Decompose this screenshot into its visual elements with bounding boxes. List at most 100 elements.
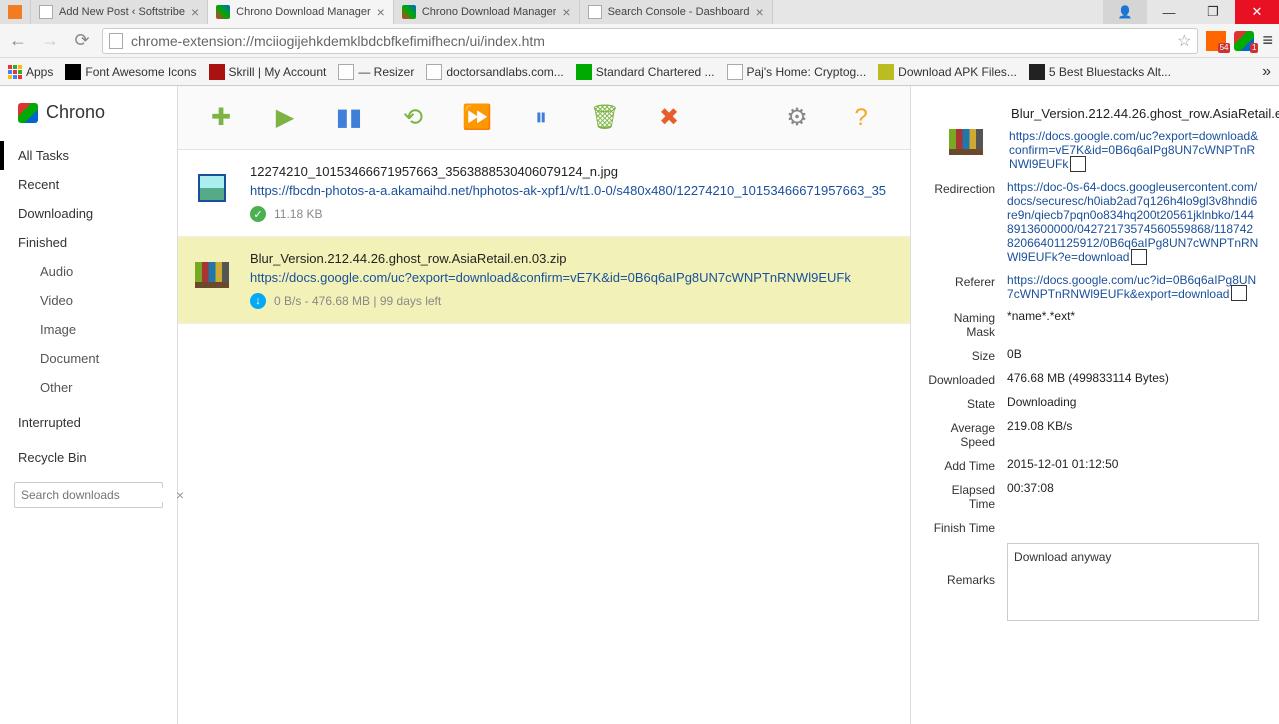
extension-icon[interactable]: 1 (1234, 31, 1254, 51)
bookmark-star-icon[interactable]: ☆ (1177, 31, 1191, 51)
maximize-button[interactable]: ❐ (1191, 0, 1235, 24)
label-add-time: Add Time (923, 457, 1007, 473)
details-finish-time (1007, 519, 1259, 535)
bookmarks-overflow[interactable]: » (1262, 63, 1271, 81)
label: Standard Chartered ... (596, 65, 715, 79)
copy-icon[interactable] (1133, 251, 1147, 265)
bookmark-item[interactable]: — Resizer (338, 64, 414, 80)
bookmark-item[interactable]: Download APK Files... (878, 64, 1017, 80)
label-finish-time: Finish Time (923, 519, 1007, 535)
nav-finished-image[interactable]: Image (0, 315, 177, 344)
browser-tab[interactable] (0, 0, 31, 24)
close-icon[interactable]: × (191, 5, 199, 19)
search-input[interactable] (21, 488, 176, 502)
copy-icon[interactable] (1072, 158, 1086, 172)
favicon (338, 64, 354, 80)
forward-button[interactable]: → (38, 29, 62, 53)
delete-button[interactable]: ✖ (654, 103, 684, 133)
page-icon (109, 33, 123, 49)
browser-tab[interactable]: Add New Post ‹ Softstribe× (31, 0, 208, 24)
bookmark-item[interactable]: Standard Chartered ... (576, 64, 715, 80)
label-redirection: Redirection (923, 180, 1007, 265)
tab-label: Chrono Download Manager (422, 6, 557, 18)
download-url[interactable]: https://docs.google.com/uc?export=downlo… (250, 270, 886, 285)
bookmark-item[interactable]: Skrill | My Account (209, 64, 327, 80)
pause-button[interactable]: ▮▮ (334, 103, 364, 133)
hamburger-menu-icon[interactable]: ≡ (1262, 30, 1273, 51)
favicon (216, 5, 230, 19)
close-icon[interactable]: × (377, 5, 385, 19)
app-logo: Chrono (0, 96, 177, 141)
image-icon (198, 174, 226, 202)
remarks-textarea[interactable] (1007, 543, 1259, 621)
extension-icons: 54 1 ≡ (1206, 30, 1273, 51)
reload-button[interactable]: ⟳ (70, 29, 94, 53)
browser-tab[interactable]: Chrono Download Manager × (208, 0, 394, 24)
favicon (727, 64, 743, 80)
nav-finished-document[interactable]: Document (0, 344, 177, 373)
search-downloads[interactable]: × (14, 482, 163, 508)
user-button[interactable]: 👤 (1103, 0, 1147, 24)
details-panel: › Blur_Version.212.44.26.ghost_row.AsiaR… (910, 86, 1279, 724)
start-button[interactable]: ▶ (270, 103, 300, 133)
browser-tab[interactable]: Search Console - Dashboard× (580, 0, 773, 24)
main-toolbar: ✚ ▶ ▮▮ ⟲ ⏩ ⏸ 🗑 ✖ ⚙ ? (178, 86, 910, 150)
tab-label: Chrono Download Manager (236, 6, 371, 18)
close-button[interactable]: ✕ (1235, 0, 1279, 24)
apps-button[interactable]: Apps (8, 65, 53, 79)
back-button[interactable]: ← (6, 29, 30, 53)
omnibox[interactable]: chrome-extension://mciiogijehkdemklbdcbf… (102, 28, 1198, 54)
label-size: Size (923, 347, 1007, 363)
download-filename: Blur_Version.212.44.26.ghost_row.AsiaRet… (250, 251, 886, 266)
favicon (402, 5, 416, 19)
nav-all-tasks[interactable]: All Tasks (0, 141, 177, 170)
details-url[interactable]: https://docs.google.com/uc?export=downlo… (1009, 129, 1259, 172)
logo-icon (18, 103, 38, 123)
start-all-button[interactable]: ⏩ (462, 103, 492, 133)
bookmark-item[interactable]: 5 Best Bluestacks Alt... (1029, 64, 1171, 80)
nav-finished-video[interactable]: Video (0, 286, 177, 315)
apps-icon (8, 65, 22, 79)
trash-button[interactable]: 🗑 (590, 103, 620, 133)
details-redirection[interactable]: https://doc-0s-64-docs.googleusercontent… (1007, 180, 1259, 265)
favicon (65, 64, 81, 80)
close-icon[interactable]: × (755, 5, 763, 19)
copy-icon[interactable] (1233, 287, 1247, 301)
nav-recent[interactable]: Recent (0, 170, 177, 199)
details-referer[interactable]: https://docs.google.com/uc?id=0B6q6aIPg8… (1007, 273, 1259, 302)
nav-downloading[interactable]: Downloading (0, 199, 177, 228)
browser-tabstrip: Add New Post ‹ Softstribe× Chrono Downlo… (0, 0, 1103, 24)
restart-button[interactable]: ⟲ (398, 103, 428, 133)
browser-toolbar: ← → ⟳ chrome-extension://mciiogijehkdemk… (0, 24, 1279, 58)
details-downloaded: 476.68 MB (499833114 Bytes) (1007, 371, 1259, 387)
browser-tab[interactable]: Chrono Download Manager × (394, 0, 580, 24)
nav-recycle-bin[interactable]: Recycle Bin (0, 443, 177, 472)
content-pane: ✚ ▶ ▮▮ ⟲ ⏩ ⏸ 🗑 ✖ ⚙ ? 12274210_1015346667… (178, 86, 910, 724)
label: doctorsandlabs.com... (446, 65, 563, 79)
details-elapsed-time: 00:37:08 (1007, 481, 1259, 511)
nav-interrupted[interactable]: Interrupted (0, 408, 177, 437)
favicon (576, 64, 592, 80)
details-naming-mask: *name*.*ext* (1007, 309, 1259, 339)
close-icon[interactable]: × (562, 5, 570, 19)
download-row[interactable]: 12274210_10153466671957663_3563888530406… (178, 150, 910, 237)
download-url[interactable]: https://fbcdn-photos-a-a.akamaihd.net/hp… (250, 183, 886, 198)
help-button[interactable]: ? (846, 103, 876, 133)
bookmark-item[interactable]: doctorsandlabs.com... (426, 64, 563, 80)
pause-all-button[interactable]: ⏸ (526, 103, 556, 133)
bookmark-item[interactable]: Paj's Home: Cryptog... (727, 64, 867, 80)
minimize-button[interactable]: — (1147, 0, 1191, 24)
extension-icon[interactable]: 54 (1206, 31, 1226, 51)
label: 5 Best Bluestacks Alt... (1049, 65, 1171, 79)
favicon (39, 5, 53, 19)
label: Apps (26, 65, 53, 79)
bookmark-item[interactable]: Font Awesome Icons (65, 64, 196, 80)
nav-finished-other[interactable]: Other (0, 373, 177, 402)
nav-finished-audio[interactable]: Audio (0, 257, 177, 286)
download-row[interactable]: Blur_Version.212.44.26.ghost_row.AsiaRet… (178, 237, 910, 324)
details-title: Blur_Version.212.44.26.ghost_row.AsiaRet… (1011, 106, 1259, 121)
add-task-button[interactable]: ✚ (206, 103, 236, 133)
nav-finished[interactable]: Finished (0, 228, 177, 257)
settings-button[interactable]: ⚙ (782, 103, 812, 133)
status-downloading-icon: ↓ (250, 293, 266, 309)
